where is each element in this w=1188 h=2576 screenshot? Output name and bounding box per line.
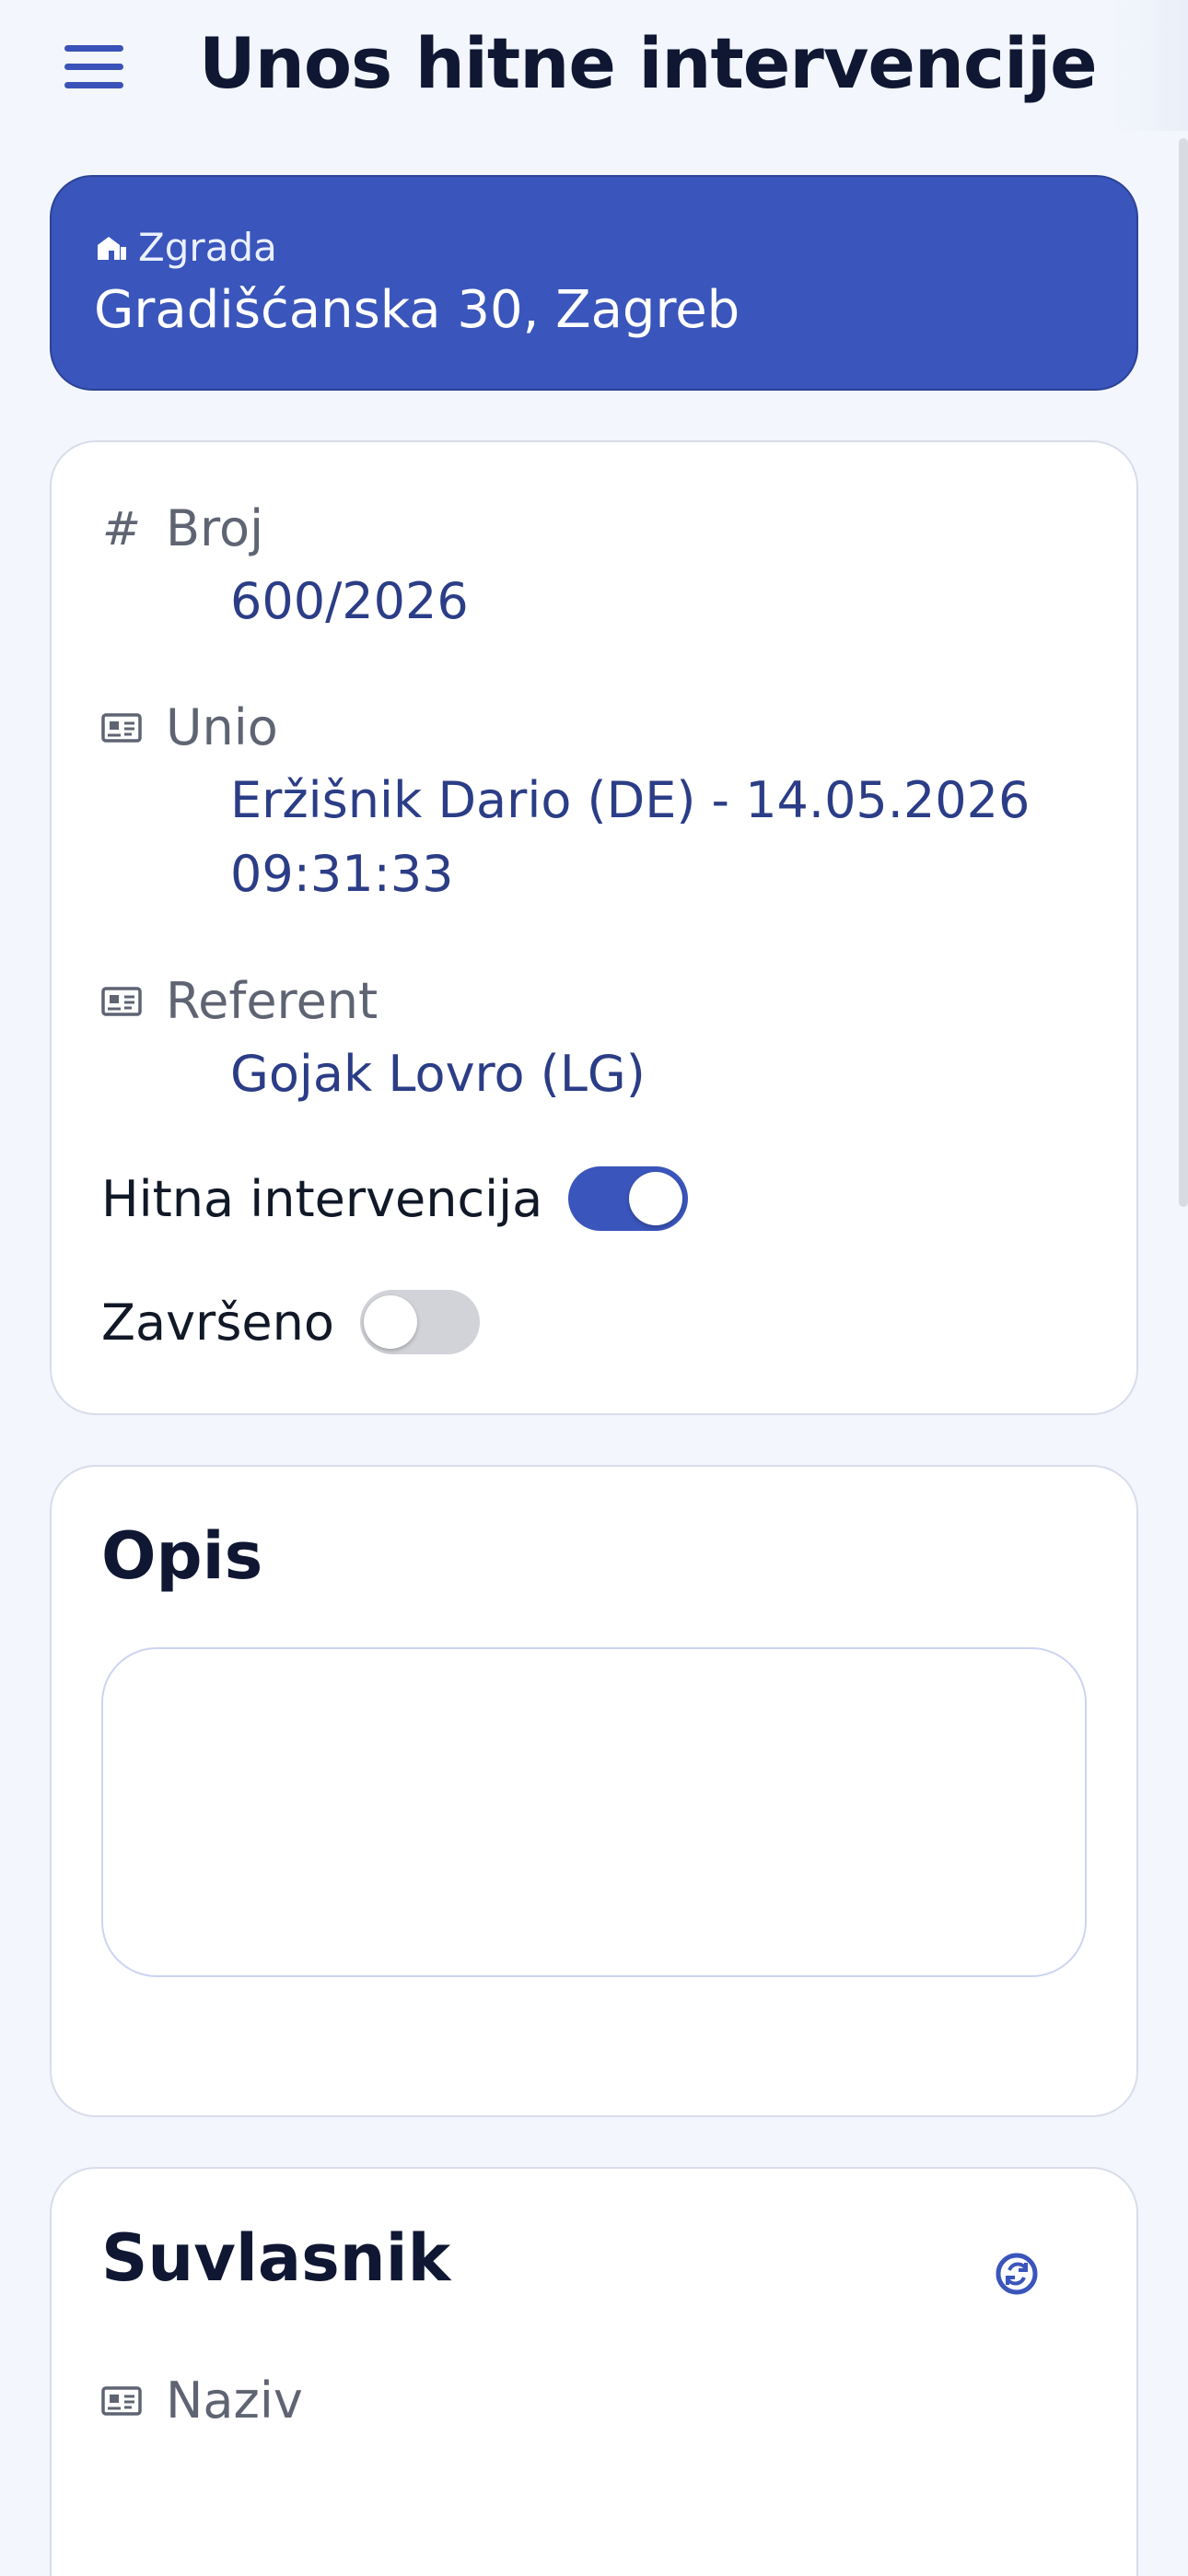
page: Unos hitne intervencije Zgrada Gradišćan… xyxy=(0,0,1188,2576)
hash-icon: # xyxy=(102,501,141,556)
zavrseno-toggle-row: Završeno xyxy=(101,1290,480,1354)
referent-value: Gojak Lovro (LG) xyxy=(230,1045,646,1103)
building-address: Gradišćanska 30, Zagreb xyxy=(94,280,740,340)
zavrseno-toggle[interactable] xyxy=(359,1290,480,1354)
zavrseno-label: Završeno xyxy=(101,1293,334,1352)
field-naziv: Naziv xyxy=(101,2371,1100,2430)
opis-card: Opis xyxy=(50,1465,1138,2117)
unio-value-line1: Eržišnik Dario (DE) - 14.05.2026 xyxy=(230,771,1031,829)
unio-label: Unio xyxy=(166,698,278,756)
id-card-icon xyxy=(101,986,142,1016)
hitna-toggle-row: Hitna intervencija xyxy=(101,1166,689,1231)
broj-value: 600/2026 xyxy=(230,572,469,630)
refresh-icon[interactable] xyxy=(989,2246,1044,2301)
field-broj: # Broj 600/2026 xyxy=(101,499,1100,638)
info-card: # Broj 600/2026 Unio Eržišnik Dario (DE)… xyxy=(50,440,1138,1415)
suvlasnik-title: Suvlasnik xyxy=(101,2220,451,2296)
page-title: Unos hitne intervencije xyxy=(199,22,1098,104)
field-unio: Unio Eržišnik Dario (DE) - 14.05.2026 09… xyxy=(101,698,1100,911)
id-card-icon xyxy=(101,2385,142,2416)
hitna-toggle[interactable] xyxy=(568,1166,689,1231)
building-card[interactable]: Zgrada Gradišćanska 30, Zagreb xyxy=(50,175,1138,391)
unio-value-line2: 09:31:33 xyxy=(230,845,454,903)
broj-label: Broj xyxy=(166,499,264,557)
naziv-label: Naziv xyxy=(166,2371,303,2430)
hitna-label: Hitna intervencija xyxy=(101,1169,543,1228)
suvlasnik-card: Suvlasnik Naziv xyxy=(50,2167,1138,2576)
unio-value: Eržišnik Dario (DE) - 14.05.2026 09:31:3… xyxy=(230,764,1100,911)
hamburger-menu-icon[interactable] xyxy=(64,39,134,94)
building-label: Zgrada xyxy=(138,225,277,270)
referent-label: Referent xyxy=(166,972,379,1030)
scrollbar[interactable] xyxy=(1179,138,1188,1207)
field-referent: Referent Gojak Lovro (LG) xyxy=(101,972,1100,1111)
opis-textarea[interactable] xyxy=(101,1647,1087,1977)
header: Unos hitne intervencije xyxy=(0,0,1188,131)
building-icon xyxy=(98,236,126,260)
opis-title: Opis xyxy=(101,1518,263,1594)
id-card-icon xyxy=(101,712,142,743)
